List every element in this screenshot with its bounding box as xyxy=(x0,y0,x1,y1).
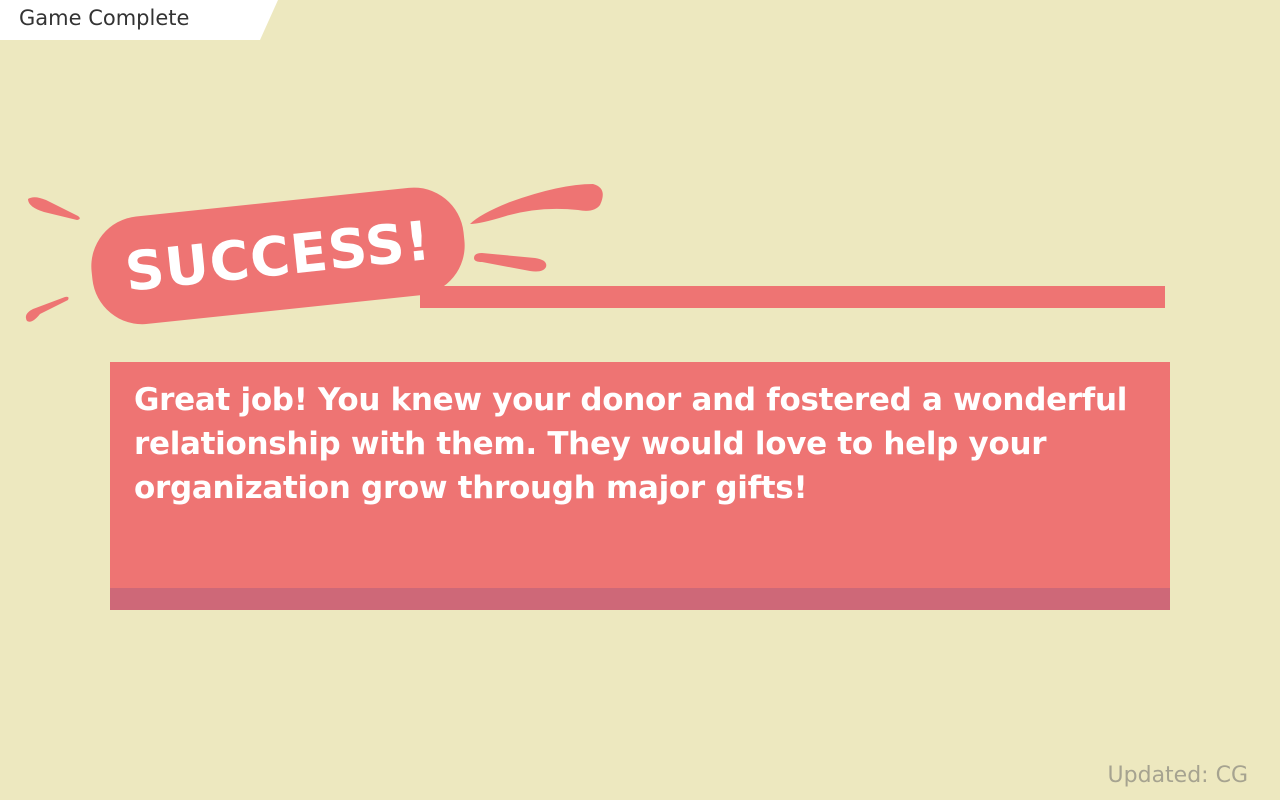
burst-stroke-bottom-left xyxy=(25,296,69,322)
result-message-panel: Great job! You knew your donor and foste… xyxy=(110,362,1170,588)
updated-label: Updated: CG xyxy=(1107,763,1248,788)
burst-stroke-top-left xyxy=(28,197,80,220)
success-banner: SUCCESS! xyxy=(25,184,1165,325)
burst-stroke-top-right xyxy=(470,184,603,224)
result-message: Great job! You knew your donor and foste… xyxy=(134,382,1128,506)
message-panel-shadow xyxy=(110,588,1170,610)
success-pill: SUCCESS! xyxy=(91,187,465,325)
banner-underline xyxy=(420,286,1165,308)
burst-stroke-right xyxy=(474,253,547,272)
